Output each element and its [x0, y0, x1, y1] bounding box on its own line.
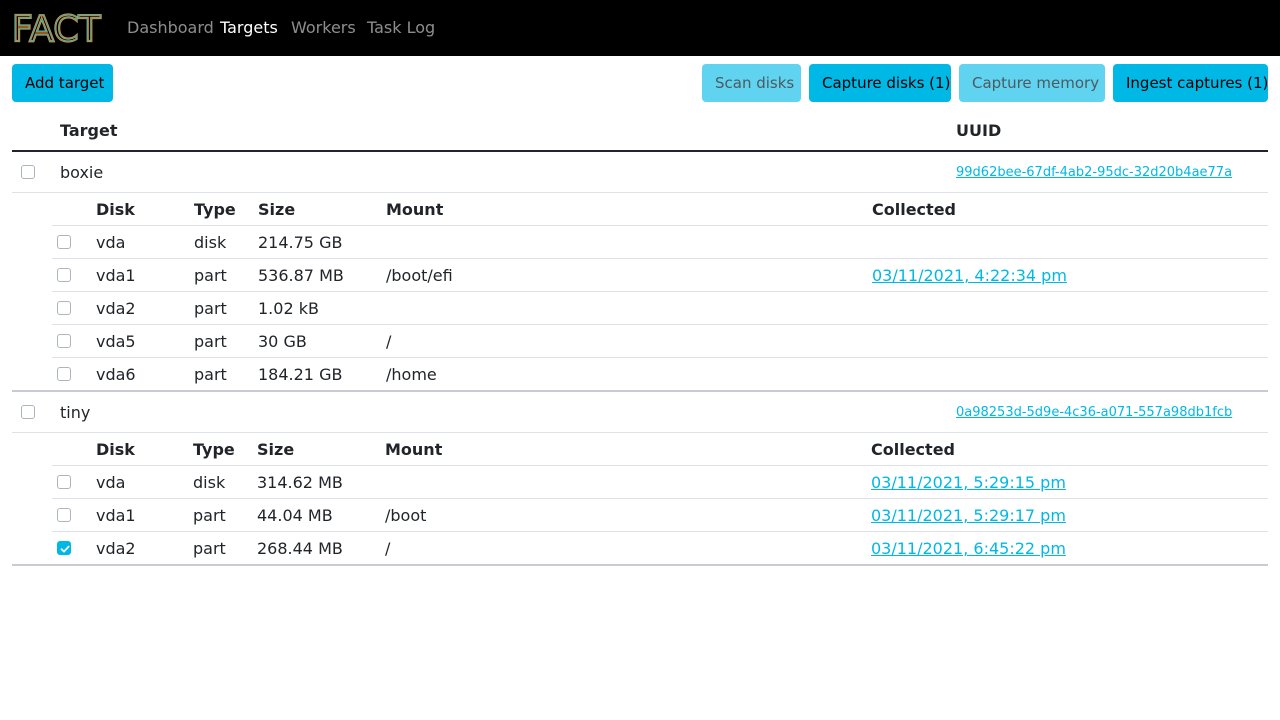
scan-disks-button[interactable]: Scan disks	[702, 64, 801, 102]
ingest-captures-button[interactable]: Ingest captures (1)	[1113, 64, 1268, 102]
disk-header-size[interactable]: Size	[257, 440, 294, 459]
collected-date-link[interactable]: 03/11/2021, 5:29:17 pm	[871, 506, 1066, 525]
disk-header-mount[interactable]: Mount	[386, 200, 443, 219]
row-divider	[12, 192, 1268, 193]
disk-checkbox[interactable]	[57, 235, 71, 249]
disk-mount: /	[385, 539, 391, 558]
disk-header-collected[interactable]: Collected	[872, 200, 956, 219]
disk-type: part	[194, 365, 227, 384]
add-target-button[interactable]: Add target	[12, 64, 113, 102]
target-divider	[12, 390, 1268, 392]
top-navbar: FACT FACT Dashboard Targets Workers Task…	[0, 0, 1280, 56]
disk-type: part	[194, 332, 227, 351]
disk-checkbox-checked[interactable]	[57, 541, 71, 555]
target-name: tiny	[60, 403, 91, 422]
table-bottom-divider	[12, 564, 1268, 566]
disk-header-disk[interactable]: Disk	[96, 200, 135, 219]
disk-checkbox[interactable]	[57, 268, 71, 282]
disk-header-size[interactable]: Size	[258, 200, 295, 219]
disk-mount: /boot/efi	[386, 266, 453, 285]
disk-name: vda	[96, 233, 126, 252]
disk-size: 184.21 GB	[258, 365, 343, 384]
row-divider	[52, 291, 1268, 292]
disk-size: 44.04 MB	[257, 506, 333, 525]
disk-name: vda1	[96, 506, 136, 525]
disk-checkbox[interactable]	[57, 475, 71, 489]
disk-type: part	[193, 506, 226, 525]
disk-header-type[interactable]: Type	[194, 200, 236, 219]
capture-memory-button[interactable]: Capture memory	[959, 64, 1105, 102]
disk-header-collected[interactable]: Collected	[871, 440, 955, 459]
disk-size: 30 GB	[258, 332, 307, 351]
disk-mount: /	[386, 332, 392, 351]
disk-type: part	[194, 299, 227, 318]
disk-type: part	[194, 266, 227, 285]
row-divider	[52, 225, 1268, 226]
disk-checkbox[interactable]	[57, 334, 71, 348]
disk-name: vda2	[96, 299, 136, 318]
table-header-divider	[12, 150, 1268, 152]
capture-disks-button[interactable]: Capture disks (1)	[809, 64, 951, 102]
disk-type: disk	[194, 233, 227, 252]
disk-size: 214.75 GB	[258, 233, 343, 252]
collected-date-link[interactable]: 03/11/2021, 6:45:22 pm	[871, 539, 1066, 558]
disk-size: 1.02 kB	[258, 299, 319, 318]
disk-name: vda	[96, 473, 126, 492]
disk-header-disk[interactable]: Disk	[96, 440, 135, 459]
disk-size: 314.62 MB	[257, 473, 343, 492]
disk-name: vda1	[96, 266, 136, 285]
fact-logo[interactable]: FACT FACT	[12, 10, 104, 46]
row-divider	[52, 357, 1268, 358]
disk-name: vda2	[96, 539, 136, 558]
collected-date-link[interactable]: 03/11/2021, 5:29:15 pm	[871, 473, 1066, 492]
logo-text-inner: FACT	[12, 10, 102, 46]
disk-mount: /home	[386, 365, 437, 384]
disk-checkbox[interactable]	[57, 508, 71, 522]
disk-mount: /boot	[385, 506, 427, 525]
row-divider	[12, 432, 1268, 433]
collected-date-link[interactable]: 03/11/2021, 4:22:34 pm	[872, 266, 1067, 285]
disk-size: 268.44 MB	[257, 539, 343, 558]
disk-name: vda6	[96, 365, 136, 384]
target-checkbox-boxie[interactable]	[21, 165, 35, 179]
nav-workers[interactable]: Workers	[291, 18, 356, 37]
disk-header-mount[interactable]: Mount	[385, 440, 442, 459]
row-divider	[52, 465, 1268, 466]
nav-dashboard[interactable]: Dashboard	[127, 18, 214, 37]
target-checkbox-tiny[interactable]	[21, 405, 35, 419]
disk-size: 536.87 MB	[258, 266, 344, 285]
disk-header-type[interactable]: Type	[193, 440, 235, 459]
disk-type: part	[193, 539, 226, 558]
row-divider	[52, 324, 1268, 325]
disk-checkbox[interactable]	[57, 301, 71, 315]
disk-type: disk	[193, 473, 226, 492]
target-name: boxie	[60, 163, 104, 182]
nav-task-log[interactable]: Task Log	[367, 18, 435, 37]
nav-targets[interactable]: Targets	[220, 18, 278, 37]
checkmark-icon	[60, 545, 70, 553]
row-divider	[52, 531, 1268, 532]
target-uuid-link[interactable]: 99d62bee-67df-4ab2-95dc-32d20b4ae77a	[956, 165, 1232, 180]
column-header-uuid[interactable]: UUID	[956, 121, 1001, 140]
target-uuid-link[interactable]: 0a98253d-5d9e-4c36-a071-557a98db1fcb	[956, 405, 1232, 420]
disk-checkbox[interactable]	[57, 367, 71, 381]
row-divider	[52, 498, 1268, 499]
column-header-target[interactable]: Target	[60, 121, 118, 140]
row-divider	[52, 258, 1268, 259]
disk-name: vda5	[96, 332, 136, 351]
